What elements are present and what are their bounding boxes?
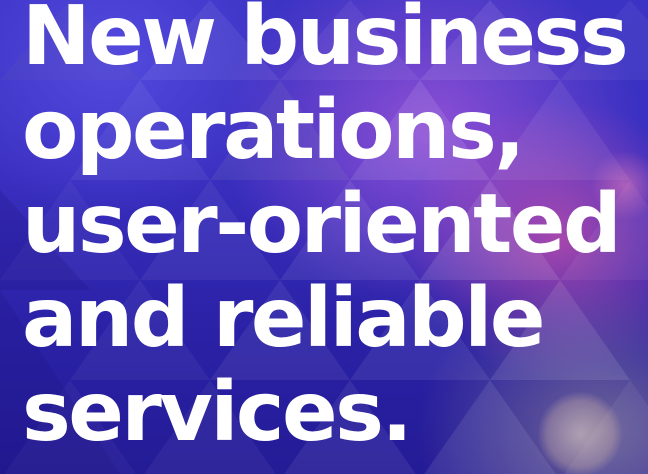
headline-line: services. xyxy=(22,365,413,460)
headline: New business operations, user-oriented a… xyxy=(22,0,629,460)
headline-line: operations, xyxy=(22,83,525,178)
headline-line: user-oriented xyxy=(22,177,622,272)
hero-banner: New business operations, user-oriented a… xyxy=(0,0,648,474)
headline-line: and reliable xyxy=(22,271,545,366)
headline-line: New business xyxy=(22,0,629,84)
